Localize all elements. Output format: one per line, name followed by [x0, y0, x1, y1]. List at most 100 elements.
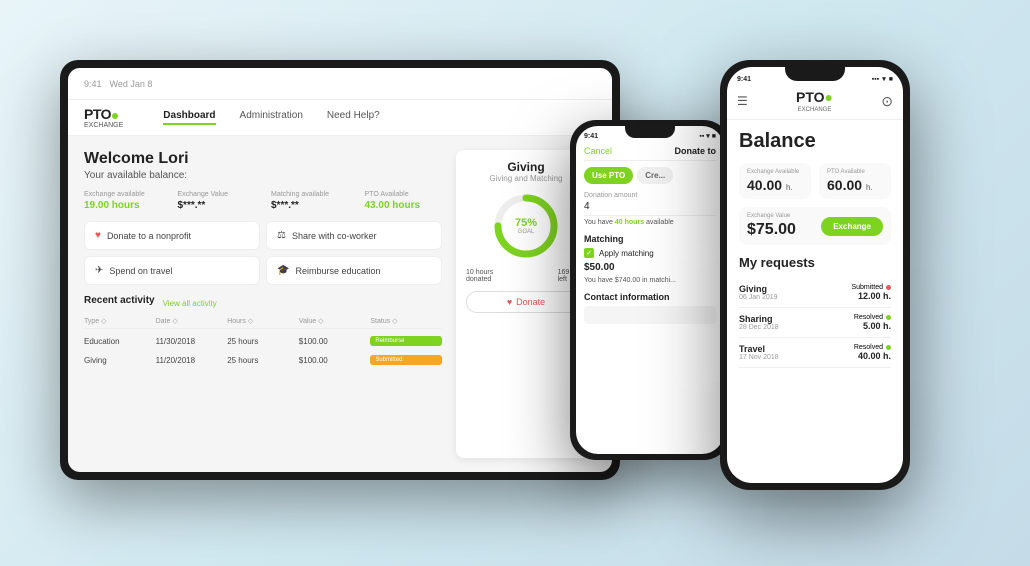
donut-goal-label: GOAL [515, 229, 537, 235]
table-header: Type ◇ Date ◇ Hours ◇ Value ◇ Status ◇ [84, 317, 442, 329]
phone-right-device: 9:41 ▪▪▪ ▾ ■ ☰ PTO● EXCHANGE ⊙ Balance E… [720, 60, 910, 490]
row2-value: $100.00 [299, 356, 371, 365]
signal-icon: ▪▪▪ [872, 76, 879, 83]
request-date-travel: 17 Nov 2018 [739, 354, 779, 361]
nav-item-dashboard[interactable]: Dashboard [163, 110, 215, 125]
tablet-status-date: Wed Jan 8 [110, 79, 153, 89]
balance-page: Balance Exchange Available 40.00 h. PTO … [727, 120, 903, 378]
battery-icon: ■ [889, 76, 893, 83]
balance-pto-value: 43.00 hours [365, 200, 443, 211]
balance-pto-label: PTO Available [365, 191, 443, 198]
row2-hours: 25 hours [227, 356, 299, 365]
exchange-button[interactable]: Exchange [821, 217, 883, 236]
tab-create[interactable]: Cre... [637, 167, 673, 184]
logo-pto-text: PTO [84, 106, 111, 122]
request-item-travel: Travel 17 Nov 2018 Resolved 40.00 h. [739, 338, 891, 368]
donation-amount-label: Donation amount [584, 192, 716, 199]
action-education[interactable]: 🎓 Reimburse education [266, 256, 442, 285]
request-left-giving: Giving 06 Jan 2019 [739, 284, 778, 301]
row2-date: 11/20/2018 [156, 356, 228, 365]
phone-mid-notch [625, 126, 675, 138]
request-status-label-sharing: Resolved [854, 314, 883, 321]
request-right-sharing: Resolved 5.00 h. [854, 314, 891, 331]
action-share[interactable]: ⚖ Share with co-worker [266, 221, 442, 250]
balance-exchange-available-label: Exchange available [84, 191, 162, 198]
request-hours-sharing: 5.00 h. [854, 321, 891, 331]
donation-amount-value[interactable]: 4 [584, 201, 716, 216]
matching-title: Matching [584, 234, 716, 244]
welcome-title: Welcome Lori [84, 150, 442, 168]
balance-exchange-available: Exchange available 19.00 hours [84, 191, 162, 211]
tablet-device: 9:41 Wed Jan 8 PTO EXCHANGE Dashboard Ad… [60, 60, 620, 480]
balance-cards-row: Exchange Available 40.00 h. PTO Availabl… [739, 163, 891, 199]
balance-matching-label: Matching available [271, 191, 349, 198]
exchange-available-amount: 40.00 [747, 177, 782, 193]
request-item-giving: Giving 06 Jan 2019 Submitted 12.00 h. [739, 278, 891, 308]
share-icon: ⚖ [277, 230, 286, 241]
exchange-value-label: Exchange Value [747, 213, 796, 219]
hamburger-menu-icon[interactable]: ☰ [737, 94, 748, 108]
donut-chart: 75% GOAL [491, 191, 561, 261]
balance-exchange-value-amount: $***.** [178, 200, 256, 211]
tablet-status-bar: 9:41 Wed Jan 8 [68, 68, 612, 100]
exchange-available-card-label: Exchange Available [747, 169, 803, 175]
view-all-activity-link[interactable]: View all activity [163, 299, 217, 308]
user-profile-icon[interactable]: ⊙ [881, 93, 893, 110]
phone-right-notch [785, 67, 845, 81]
recent-activity-header: Recent activity View all activity [84, 295, 442, 312]
request-date-giving: 06 Jan 2019 [739, 294, 778, 301]
tablet-screen: 9:41 Wed Jan 8 PTO EXCHANGE Dashboard Ad… [68, 68, 612, 472]
col-value: Value ◇ [299, 317, 371, 325]
tablet-nav-items: Dashboard Administration Need Help? [163, 110, 379, 125]
request-left-sharing: Sharing 28 Dec 2018 [739, 314, 779, 331]
exchange-available-unit: h. [786, 183, 793, 192]
nav-item-help[interactable]: Need Help? [327, 110, 380, 125]
status-dot-green-sharing [886, 315, 891, 320]
request-type-sharing: Sharing [739, 314, 779, 324]
wifi-icon: ▾ [882, 75, 886, 83]
tablet-nav: PTO EXCHANGE Dashboard Administration Ne… [68, 100, 612, 136]
tab-use-pto[interactable]: Use PTO [584, 167, 633, 184]
row2-status: Submitted [370, 355, 442, 365]
action-share-label: Share with co-worker [292, 231, 377, 241]
action-donate[interactable]: ♥ Donate to a nonprofit [84, 221, 260, 250]
pto-available-unit: h. [866, 183, 873, 192]
request-status-giving: Submitted [851, 284, 891, 291]
request-status-travel: Resolved [854, 344, 891, 351]
right-logo-dot: ● [825, 89, 833, 105]
right-logo: PTO● EXCHANGE [796, 89, 833, 113]
exchange-value-amount: $75.00 [747, 221, 796, 239]
apply-matching-checkbox[interactable]: ✓ [584, 248, 594, 258]
contact-info-title: Contact information [584, 292, 716, 302]
donut-text: 75% GOAL [515, 217, 537, 235]
nav-item-administration[interactable]: Administration [240, 110, 303, 125]
pto-available-card-value: 60.00 h. [827, 177, 883, 193]
row1-hours: 25 hours [227, 337, 299, 346]
request-status-sharing: Resolved [854, 314, 891, 321]
col-date: Date ◇ [156, 317, 228, 325]
phone-mid-header: Cancel Donate to [584, 142, 716, 161]
contact-field-1[interactable] [584, 306, 716, 324]
donate-button[interactable]: ♥ Donate [466, 291, 586, 313]
phone-right-icons: ▪▪▪ ▾ ■ [872, 75, 893, 83]
balance-page-title: Balance [739, 130, 891, 153]
request-status-label-giving: Submitted [851, 284, 883, 291]
matching-amount: $50.00 [584, 262, 716, 273]
action-travel[interactable]: ✈ Spend on travel [84, 256, 260, 285]
status-dot-red [886, 285, 891, 290]
right-logo-exchange: EXCHANGE [796, 107, 833, 113]
education-icon: 🎓 [277, 265, 289, 276]
welcome-subtitle: Your available balance: [84, 170, 442, 181]
tablet-status-time: 9:41 [84, 79, 102, 89]
tablet-content: Welcome Lori Your available balance: Exc… [68, 136, 612, 472]
request-right-travel: Resolved 40.00 h. [854, 344, 891, 361]
row1-date: 11/30/2018 [156, 337, 228, 346]
tablet-left-panel: Welcome Lori Your available balance: Exc… [84, 150, 442, 458]
row1-status: Reimburse [370, 336, 442, 346]
request-hours-giving: 12.00 h. [851, 291, 891, 301]
col-hours: Hours ◇ [227, 317, 299, 325]
recent-activity-title: Recent activity [84, 295, 155, 306]
row1-type: Education [84, 337, 156, 346]
action-donate-label: Donate to a nonprofit [107, 231, 191, 241]
cancel-button[interactable]: Cancel [584, 146, 612, 156]
